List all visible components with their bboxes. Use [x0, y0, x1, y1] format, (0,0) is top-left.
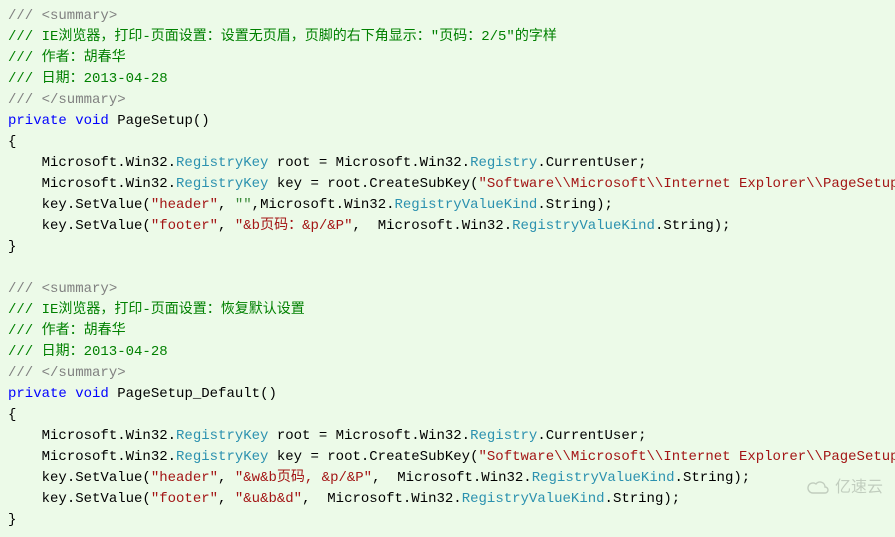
cloud-icon — [807, 481, 829, 495]
xmldoc: /// </summary> — [8, 92, 126, 108]
code: .String); — [675, 470, 751, 486]
code: root = Microsoft.Win32. — [268, 428, 470, 444]
code: .String); — [655, 218, 731, 234]
xmldoc: /// <summary> — [8, 281, 117, 297]
ns: Microsoft.Win32. — [42, 428, 176, 444]
code: key = root.CreateSubKey( — [268, 449, 478, 465]
code: , Microsoft.Win32. — [302, 491, 462, 507]
string: "" — [235, 197, 252, 213]
keyword: private — [8, 386, 67, 402]
string: "&u&b&d" — [235, 491, 302, 507]
watermark-text: 亿速云 — [835, 477, 883, 498]
keyword: void — [75, 113, 109, 129]
type: RegistryKey — [176, 428, 268, 444]
xmldoc: /// <summary> — [8, 8, 117, 24]
code: .CurrentUser; — [537, 155, 646, 171]
string: "&w&b页码, &p/&P" — [235, 470, 372, 486]
xmldoc: /// IE浏览器，打印-页面设置：设置无页眉，页脚的右下角显示："页码：2/5… — [8, 29, 557, 45]
code: , — [218, 218, 235, 234]
ns: Microsoft.Win32. — [42, 155, 176, 171]
type: Registry — [470, 428, 537, 444]
xmldoc: /// 作者：胡春华 — [8, 50, 126, 66]
code: .String); — [537, 197, 613, 213]
type: Registry — [470, 155, 537, 171]
code: ,Microsoft.Win32. — [252, 197, 395, 213]
code: key.SetValue( — [42, 491, 151, 507]
string: "&b页码：&p/&P" — [235, 218, 353, 234]
xmldoc: /// IE浏览器，打印-页面设置：恢复默认设置 — [8, 302, 305, 318]
string: "footer" — [151, 218, 218, 234]
code-block: /// <summary> /// IE浏览器，打印-页面设置：设置无页眉，页脚… — [0, 0, 895, 537]
watermark: 亿速云 — [807, 477, 883, 498]
keyword: void — [75, 386, 109, 402]
string: "footer" — [151, 491, 218, 507]
string: "Software\\Microsoft\\Internet Explorer\… — [479, 176, 895, 192]
code: key = root.CreateSubKey( — [268, 176, 478, 192]
code: , — [218, 491, 235, 507]
xmldoc: /// 日期：2013-04-28 — [8, 71, 168, 87]
xmldoc: /// 日期：2013-04-28 — [8, 344, 168, 360]
type: RegistryKey — [176, 449, 268, 465]
type: RegistryValueKind — [395, 197, 538, 213]
code: , Microsoft.Win32. — [352, 218, 512, 234]
code: , Microsoft.Win32. — [372, 470, 532, 486]
type: RegistryKey — [176, 155, 268, 171]
code: key.SetValue( — [42, 197, 151, 213]
string: "Software\\Microsoft\\Internet Explorer\… — [479, 449, 895, 465]
code: key.SetValue( — [42, 470, 151, 486]
method-name: PageSetup — [117, 113, 193, 129]
type: RegistryValueKind — [512, 218, 655, 234]
ns: Microsoft.Win32. — [42, 176, 176, 192]
code: .CurrentUser; — [537, 428, 646, 444]
type: RegistryValueKind — [532, 470, 675, 486]
code: key.SetValue( — [42, 218, 151, 234]
type: RegistryValueKind — [462, 491, 605, 507]
method-name: PageSetup_Default — [117, 386, 260, 402]
code: , — [218, 197, 235, 213]
string: "header" — [151, 197, 218, 213]
type: RegistryKey — [176, 176, 268, 192]
string: "header" — [151, 470, 218, 486]
xmldoc: /// 作者：胡春华 — [8, 323, 126, 339]
ns: Microsoft.Win32. — [42, 449, 176, 465]
code: root = Microsoft.Win32. — [268, 155, 470, 171]
code: .String); — [605, 491, 681, 507]
code: , — [218, 470, 235, 486]
xmldoc: /// </summary> — [8, 365, 126, 381]
keyword: private — [8, 113, 67, 129]
